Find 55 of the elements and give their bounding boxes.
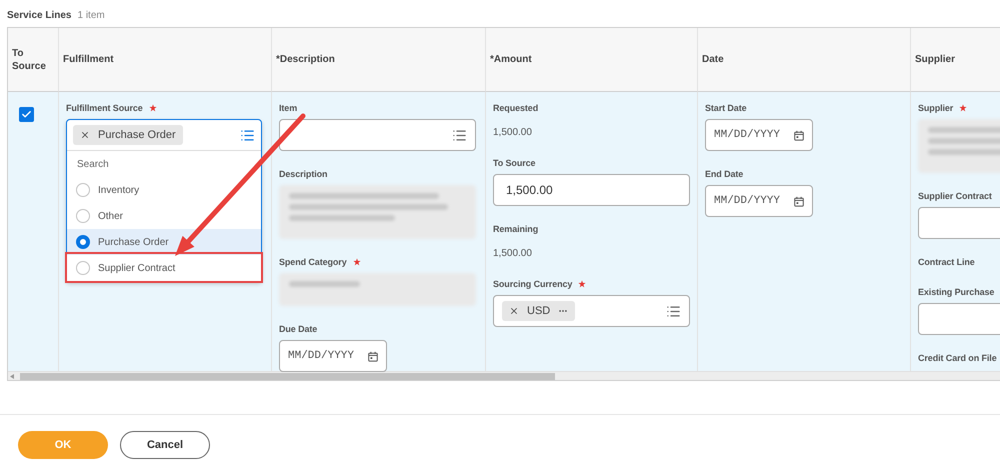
field-label: Contract Line — [918, 257, 975, 267]
field-label: Description — [279, 169, 328, 179]
selected-chip: Purchase Order — [73, 125, 183, 145]
date-field[interactable]: MM/DD/YYYY — [705, 119, 813, 151]
remove-icon[interactable] — [80, 130, 90, 140]
scroll-left-icon[interactable] — [10, 374, 14, 378]
radio-icon[interactable] — [76, 235, 90, 249]
radio-icon[interactable] — [76, 183, 90, 197]
field-label: Spend Category — [279, 257, 347, 267]
option[interactable]: Inventory — [67, 177, 261, 203]
prompt-field[interactable]: USD — [493, 295, 690, 327]
field-value: 1,500.00 — [493, 126, 533, 140]
column-header: *Amount — [486, 28, 698, 92]
column-header: Date — [698, 28, 911, 92]
field-label: End Date — [705, 169, 744, 179]
date-input[interactable]: MM/DD/YYYY — [714, 129, 788, 141]
dropdown-field[interactable]: Purchase Order Search Inventory Other Purchase Order Supplier Contract — [66, 119, 262, 282]
field-label: Start Date — [705, 103, 747, 113]
remove-icon[interactable] — [509, 306, 519, 316]
field-label: Requested — [493, 103, 538, 113]
cancel-button[interactable]: Cancel — [120, 431, 210, 459]
list-icon[interactable] — [666, 304, 681, 318]
field-label: Credit Card on File — [918, 353, 997, 363]
selected-chip: USD — [502, 301, 576, 321]
date-field[interactable]: MM/DD/YYYY — [705, 185, 813, 217]
option[interactable]: Other — [67, 203, 261, 229]
field-label: Sourcing Currency — [493, 279, 572, 289]
search-field[interactable]: Search — [77, 158, 251, 170]
checkbox[interactable] — [19, 107, 34, 122]
list-icon[interactable] — [240, 128, 255, 142]
column-header: Fulfillment — [59, 28, 272, 92]
field-label: Remaining — [493, 224, 538, 234]
check-icon — [21, 109, 32, 120]
field-value: 1,500.00 — [493, 247, 533, 261]
column-header: *Description — [272, 28, 486, 92]
field-label: Fulfillment Source — [66, 103, 143, 113]
field-label: Existing Purchase — [918, 287, 994, 297]
option[interactable]: Supplier Contract — [67, 255, 261, 281]
item-count: 1 item — [77, 10, 105, 21]
field-label: Supplier — [918, 103, 954, 113]
prompt-field[interactable] — [279, 119, 476, 151]
field-label: Supplier Contract — [918, 191, 992, 201]
date-input[interactable]: MM/DD/YYYY — [714, 195, 788, 207]
field-label: Item — [279, 103, 298, 113]
field-label: To Source — [493, 158, 536, 168]
field-label: Due Date — [279, 324, 318, 334]
section-title: Service Lines — [7, 10, 72, 21]
column-header: Supplier — [911, 28, 1000, 92]
text-field[interactable]: 1,500.00 — [493, 174, 690, 206]
date-input[interactable]: MM/DD/YYYY — [288, 350, 362, 362]
date-field[interactable]: MM/DD/YYYY — [279, 340, 387, 372]
column-header: To Source — [8, 28, 59, 92]
radio-icon[interactable] — [76, 209, 90, 223]
list-icon[interactable] — [452, 128, 467, 142]
radio-icon[interactable] — [76, 261, 90, 275]
